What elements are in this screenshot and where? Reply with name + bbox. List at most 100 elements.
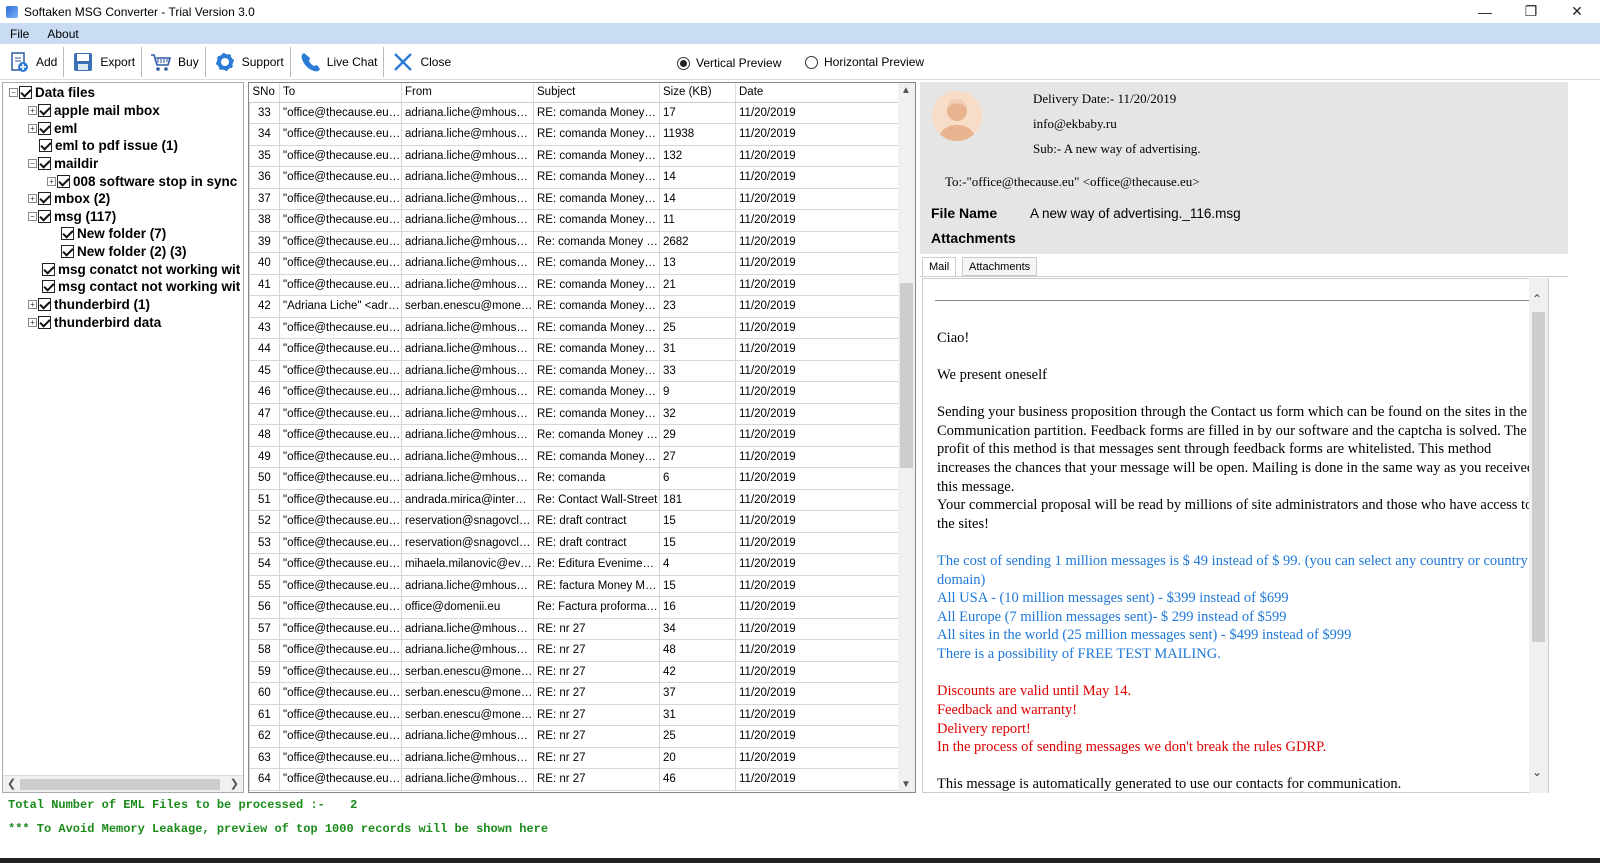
table-row[interactable]: 64"office@thecause.eu" <office@thecause.… [249, 768, 899, 791]
checkbox[interactable] [19, 85, 32, 99]
table-row[interactable]: 51"office@thecause.eu" <office@thecause.… [249, 488, 899, 511]
table-row[interactable]: 55"office@thecause.eu" <office@thecause.… [249, 574, 899, 597]
checkbox[interactable] [38, 103, 51, 117]
table-row[interactable]: 56"office@thecause.eu" <office@thecause.… [249, 596, 899, 619]
collapse-icon[interactable]: − [28, 211, 37, 221]
table-row[interactable]: 43"office@thecause.eu" <office@thecause.… [249, 316, 899, 339]
tree-item[interactable]: + apple mail mbox [28, 101, 160, 119]
table-row[interactable]: 50"office@thecause.eu" <office@thecause.… [249, 467, 899, 490]
add-button[interactable]: Add [0, 46, 65, 77]
preview-vertical-scrollbar[interactable]: ⌃ ⌄ [1529, 278, 1548, 793]
scroll-up-icon[interactable]: ▲ [901, 85, 911, 96]
menu-file[interactable]: File [2, 27, 37, 41]
checkbox[interactable] [38, 297, 51, 311]
scroll-down-icon[interactable]: ⌄ [1532, 765, 1542, 779]
checkbox[interactable] [38, 121, 51, 135]
scrollbar-thumb[interactable] [900, 283, 913, 468]
tree-item[interactable]: + thunderbird data [28, 313, 161, 331]
table-row[interactable]: 52"office@thecause.eu" <office@thecause.… [249, 510, 899, 533]
table-row[interactable]: 47"office@thecause.eu" <office@thecause.… [249, 402, 899, 425]
table-row[interactable]: 48"office@thecause.eu" <office@thecause.… [249, 424, 899, 447]
table-row[interactable]: 63"office@thecause.eu" <office@thecause.… [249, 746, 899, 769]
scrollbar-thumb[interactable] [20, 779, 220, 790]
table-row[interactable]: 45"office@thecause.eu" <office@thecause.… [249, 359, 899, 382]
checkbox[interactable] [61, 226, 74, 240]
checkbox[interactable] [38, 191, 51, 205]
maximize-button[interactable]: ❐ [1508, 0, 1554, 23]
minimize-button[interactable]: — [1462, 0, 1508, 23]
scroll-up-icon[interactable]: ⌃ [1532, 292, 1542, 306]
checkbox[interactable] [42, 262, 55, 276]
table-row[interactable]: 36"office@thecause.eu" <office@thecause.… [249, 166, 899, 189]
expand-icon[interactable]: + [28, 317, 37, 327]
column-header-date[interactable]: Date [735, 83, 899, 103]
table-row[interactable]: 46"office@thecause.eu" <office@thecause.… [249, 381, 899, 404]
expand-icon[interactable]: + [28, 105, 37, 115]
vertical-preview-radio[interactable]: Vertical Preview [677, 56, 781, 70]
table-row[interactable]: 35"office@thecause.eu" <office@thecause.… [249, 144, 899, 167]
table-row[interactable]: 37"office@thecause.eu" <office@thecause.… [249, 187, 899, 210]
expand-icon[interactable]: + [28, 299, 37, 309]
live-chat-button[interactable]: Live Chat [291, 46, 385, 77]
table-row[interactable]: 58"office@thecause.eu" <office@thecause.… [249, 639, 899, 662]
tree-item[interactable]: + eml [28, 119, 77, 137]
expand-icon[interactable]: + [47, 176, 56, 186]
table-row[interactable]: 57"office@thecause.eu" <office@thecause.… [249, 617, 899, 640]
column-header-subject[interactable]: Subject [533, 83, 660, 103]
table-row[interactable]: 54"office@thecause.eu" <office@thecause.… [249, 553, 899, 576]
table-row[interactable]: 60"office@thecause.eu" <office@thecause.… [249, 682, 899, 705]
scroll-right-icon[interactable]: ❯ [230, 777, 239, 790]
table-row[interactable]: 39"office@thecause.eu" <office@thecause.… [249, 230, 899, 253]
tree-item[interactable]: − msg (117) [28, 207, 116, 225]
column-header-sno[interactable]: SNo [249, 83, 280, 103]
horizontal-preview-radio[interactable]: Horizontal Preview [805, 55, 924, 69]
checkbox[interactable] [42, 279, 55, 293]
table-row[interactable]: 33"office@thecause.eu" <office@thecause.… [249, 101, 899, 124]
table-row[interactable]: 61"office@thecause.eu" <office@thecause.… [249, 703, 899, 726]
tree-item[interactable]: New folder (2) (3) [61, 242, 187, 260]
close-button[interactable]: Close [384, 47, 457, 77]
menu-about[interactable]: About [39, 27, 86, 41]
checkbox[interactable] [61, 244, 74, 258]
tree-item[interactable]: New folder (7) [61, 224, 166, 242]
tree-item[interactable]: msg conatct not working wit [42, 260, 240, 278]
table-row[interactable]: 42"Adriana Liche" <adriana.liche@mhouse.… [249, 295, 899, 318]
table-row[interactable]: 62"office@thecause.eu" <office@thecause.… [249, 725, 899, 748]
export-button[interactable]: Export [64, 46, 143, 77]
scroll-down-icon[interactable]: ▼ [901, 779, 911, 790]
table-row[interactable]: 44"office@thecause.eu" <office@thecause.… [249, 338, 899, 361]
collapse-icon[interactable]: − [28, 158, 37, 168]
tree-item[interactable]: + mbox (2) [28, 189, 110, 207]
support-button[interactable]: Support [206, 46, 291, 77]
column-header-size[interactable]: Size (KB) [659, 83, 736, 103]
table-row[interactable]: 49"office@thecause.eu" <office@thecause.… [249, 445, 899, 468]
tree-item[interactable]: msg contact not working wit [42, 277, 240, 295]
table-row[interactable]: 41"office@thecause.eu" <office@thecause.… [249, 273, 899, 296]
close-window-button[interactable]: ✕ [1554, 0, 1600, 23]
tree-item[interactable]: +008 software stop in sync [47, 172, 237, 190]
checkbox[interactable] [39, 138, 52, 152]
column-header-from[interactable]: From [401, 83, 534, 103]
tab-mail[interactable]: Mail [922, 257, 957, 276]
table-row[interactable]: 53"office@thecause.eu" <office@thecause.… [249, 531, 899, 554]
table-row[interactable]: 40"office@thecause.eu" <office@thecause.… [249, 252, 899, 275]
expand-icon[interactable]: + [28, 123, 37, 133]
buy-button[interactable]: Buy [142, 46, 206, 77]
expand-icon[interactable]: + [28, 193, 37, 203]
tree-root[interactable]: − Data files [9, 83, 95, 101]
grid-vertical-scrollbar[interactable]: ▲ ▼ [898, 83, 915, 792]
checkbox[interactable] [38, 156, 51, 170]
column-header-to[interactable]: To [279, 83, 402, 103]
checkbox[interactable] [57, 174, 70, 188]
scrollbar-thumb[interactable] [1532, 312, 1545, 642]
table-row[interactable]: 38"office@thecause.eu" <office@thecause.… [249, 209, 899, 232]
checkbox[interactable] [38, 209, 51, 223]
checkbox[interactable] [38, 315, 51, 329]
tree-item[interactable]: − maildir [28, 154, 98, 172]
collapse-icon[interactable]: − [9, 87, 18, 97]
table-row[interactable]: 59"office@thecause.eu" <office@thecause.… [249, 660, 899, 683]
tree-item[interactable]: eml to pdf issue (1) [39, 136, 178, 154]
tree-horizontal-scrollbar[interactable]: ❮ ❯ [3, 775, 243, 792]
tree-item[interactable]: + thunderbird (1) [28, 295, 150, 313]
tab-attachments[interactable]: Attachments [962, 257, 1038, 276]
